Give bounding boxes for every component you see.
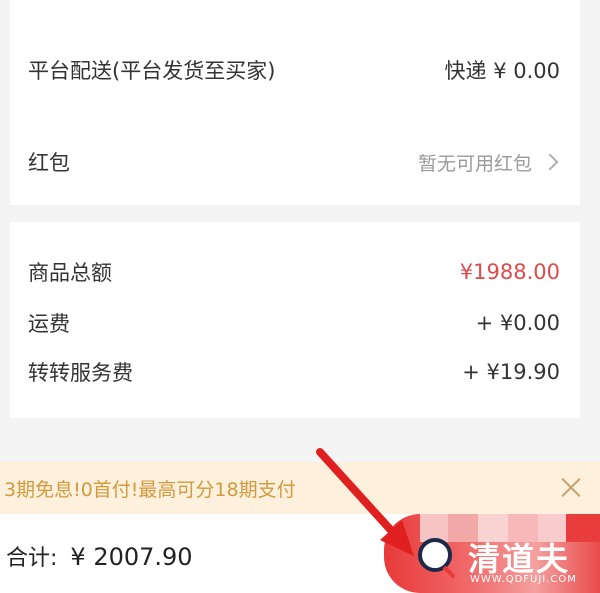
shipping-label: 运费 (28, 312, 70, 336)
goods-total-row: 商品总额 ¥1988.00 (28, 252, 560, 292)
order-confirmation-page: 平台配送(平台发货至买家) 快递 ¥ 0.00 红包 暂无可用红包 商品总额 ¥… (0, 0, 600, 593)
chevron-right-icon (541, 153, 559, 171)
delivery-value: 快递 ¥ 0.00 (444, 59, 560, 83)
order-total: 合计: ¥ 2007.90 (6, 540, 193, 572)
delivery-label: 平台配送(平台发货至买家) (28, 59, 276, 83)
goods-total-value: ¥1988.00 (459, 260, 560, 284)
delivery-card: 平台配送(平台发货至买家) 快递 ¥ 0.00 红包 暂无可用红包 (10, 0, 580, 205)
close-icon[interactable] (560, 476, 582, 498)
promo-text: 3期免息!0首付!最高可分18期支付 (4, 478, 296, 501)
fee-summary-card: 商品总额 ¥1988.00 运费 + ¥0.00 转转服务费 + ¥19.90 (10, 222, 580, 418)
red-packet-value: 暂无可用红包 (417, 152, 532, 175)
service-fee-label: 转转服务费 (28, 361, 133, 385)
shipping-value: + ¥0.00 (475, 311, 560, 335)
delivery-row[interactable]: 平台配送(平台发货至买家) 快递 ¥ 0.00 (28, 50, 560, 90)
red-packet-label: 红包 (28, 151, 70, 175)
red-packet-value-wrap: 暂无可用红包 (418, 149, 560, 176)
watermark-url: WWW.QDFUJI.COM (470, 574, 577, 585)
service-fee-row: 转转服务费 + ¥19.90 (28, 352, 560, 392)
red-packet-row[interactable]: 红包 暂无可用红包 (28, 142, 560, 182)
goods-total-label: 商品总额 (28, 261, 112, 285)
magnifier-logo-icon (418, 538, 452, 572)
total-label: 合计: (6, 546, 58, 571)
installment-promo-banner[interactable]: 3期免息!0首付!最高可分18期支付 (0, 462, 600, 514)
service-fee-value: + ¥19.90 (462, 360, 560, 384)
shipping-row: 运费 + ¥0.00 (28, 303, 560, 343)
total-amount: ¥ 2007.90 (70, 543, 193, 571)
site-watermark: 清道夫 WWW.QDFUJI.COM (404, 530, 594, 590)
